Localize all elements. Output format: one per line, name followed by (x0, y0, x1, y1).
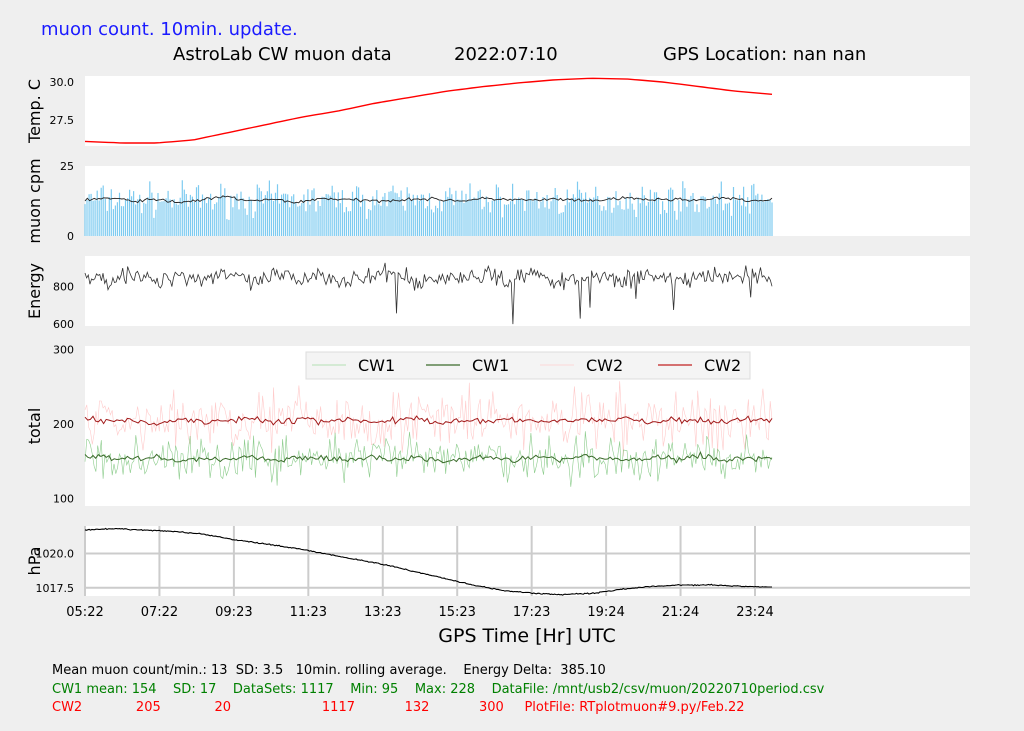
xtick-label: 17:23 (513, 605, 550, 620)
ytick-label: 30.0 (50, 76, 75, 89)
ytick-label: 200 (53, 418, 74, 431)
legend-label: CW1 (472, 356, 509, 375)
ytick-label: 25 (60, 160, 74, 173)
xtick-label: 13:23 (364, 605, 401, 620)
xtick-label: 09:23 (215, 605, 252, 620)
ylabel: total (25, 408, 44, 445)
ylabel: Energy (25, 263, 44, 319)
xtick-label: 07:22 (141, 605, 178, 620)
xlabel: GPS Time [Hr] UTC (438, 625, 615, 647)
ytick-label: 300 (53, 344, 74, 357)
ylabel: hPa (25, 547, 44, 576)
xtick-label: 11:23 (290, 605, 327, 620)
ytick-label: 27.5 (50, 114, 75, 127)
xtick-label: 15:23 (438, 605, 475, 620)
ytick-label: 600 (53, 318, 74, 331)
xtick-label: 23:24 (736, 605, 773, 620)
panel-1-bg (85, 166, 970, 236)
ylabel: Temp. C (25, 79, 44, 144)
footer-cw2: CW2 205 20 1117 132 300 PlotFile: RTplot… (52, 700, 745, 715)
legend-label: CW1 (358, 356, 395, 375)
ytick-label: 100 (53, 493, 74, 506)
xtick-label: 19:24 (587, 605, 624, 620)
footer-summary: Mean muon count/min.: 13 SD: 3.5 10min. … (52, 663, 606, 678)
legend-label: CW2 (586, 356, 623, 375)
ytick-label: 800 (53, 280, 74, 293)
ytick-label: 0 (67, 230, 74, 243)
muon-dashboard-chart: 27.5 30.0 Temp. C 0 25 muon cpm 600 800 Energy 10… (25, 76, 970, 647)
footer-cw1: CW1 mean: 154 SD: 17 DataSets: 1117 Min:… (52, 682, 825, 697)
panel-2-bg (85, 256, 970, 326)
ylabel: muon cpm (25, 158, 44, 243)
xtick-label: 05:22 (66, 605, 103, 620)
legend-label: CW2 (704, 356, 741, 375)
ytick-label: 1017.5 (36, 582, 75, 595)
xtick-label: 21:24 (662, 605, 699, 620)
